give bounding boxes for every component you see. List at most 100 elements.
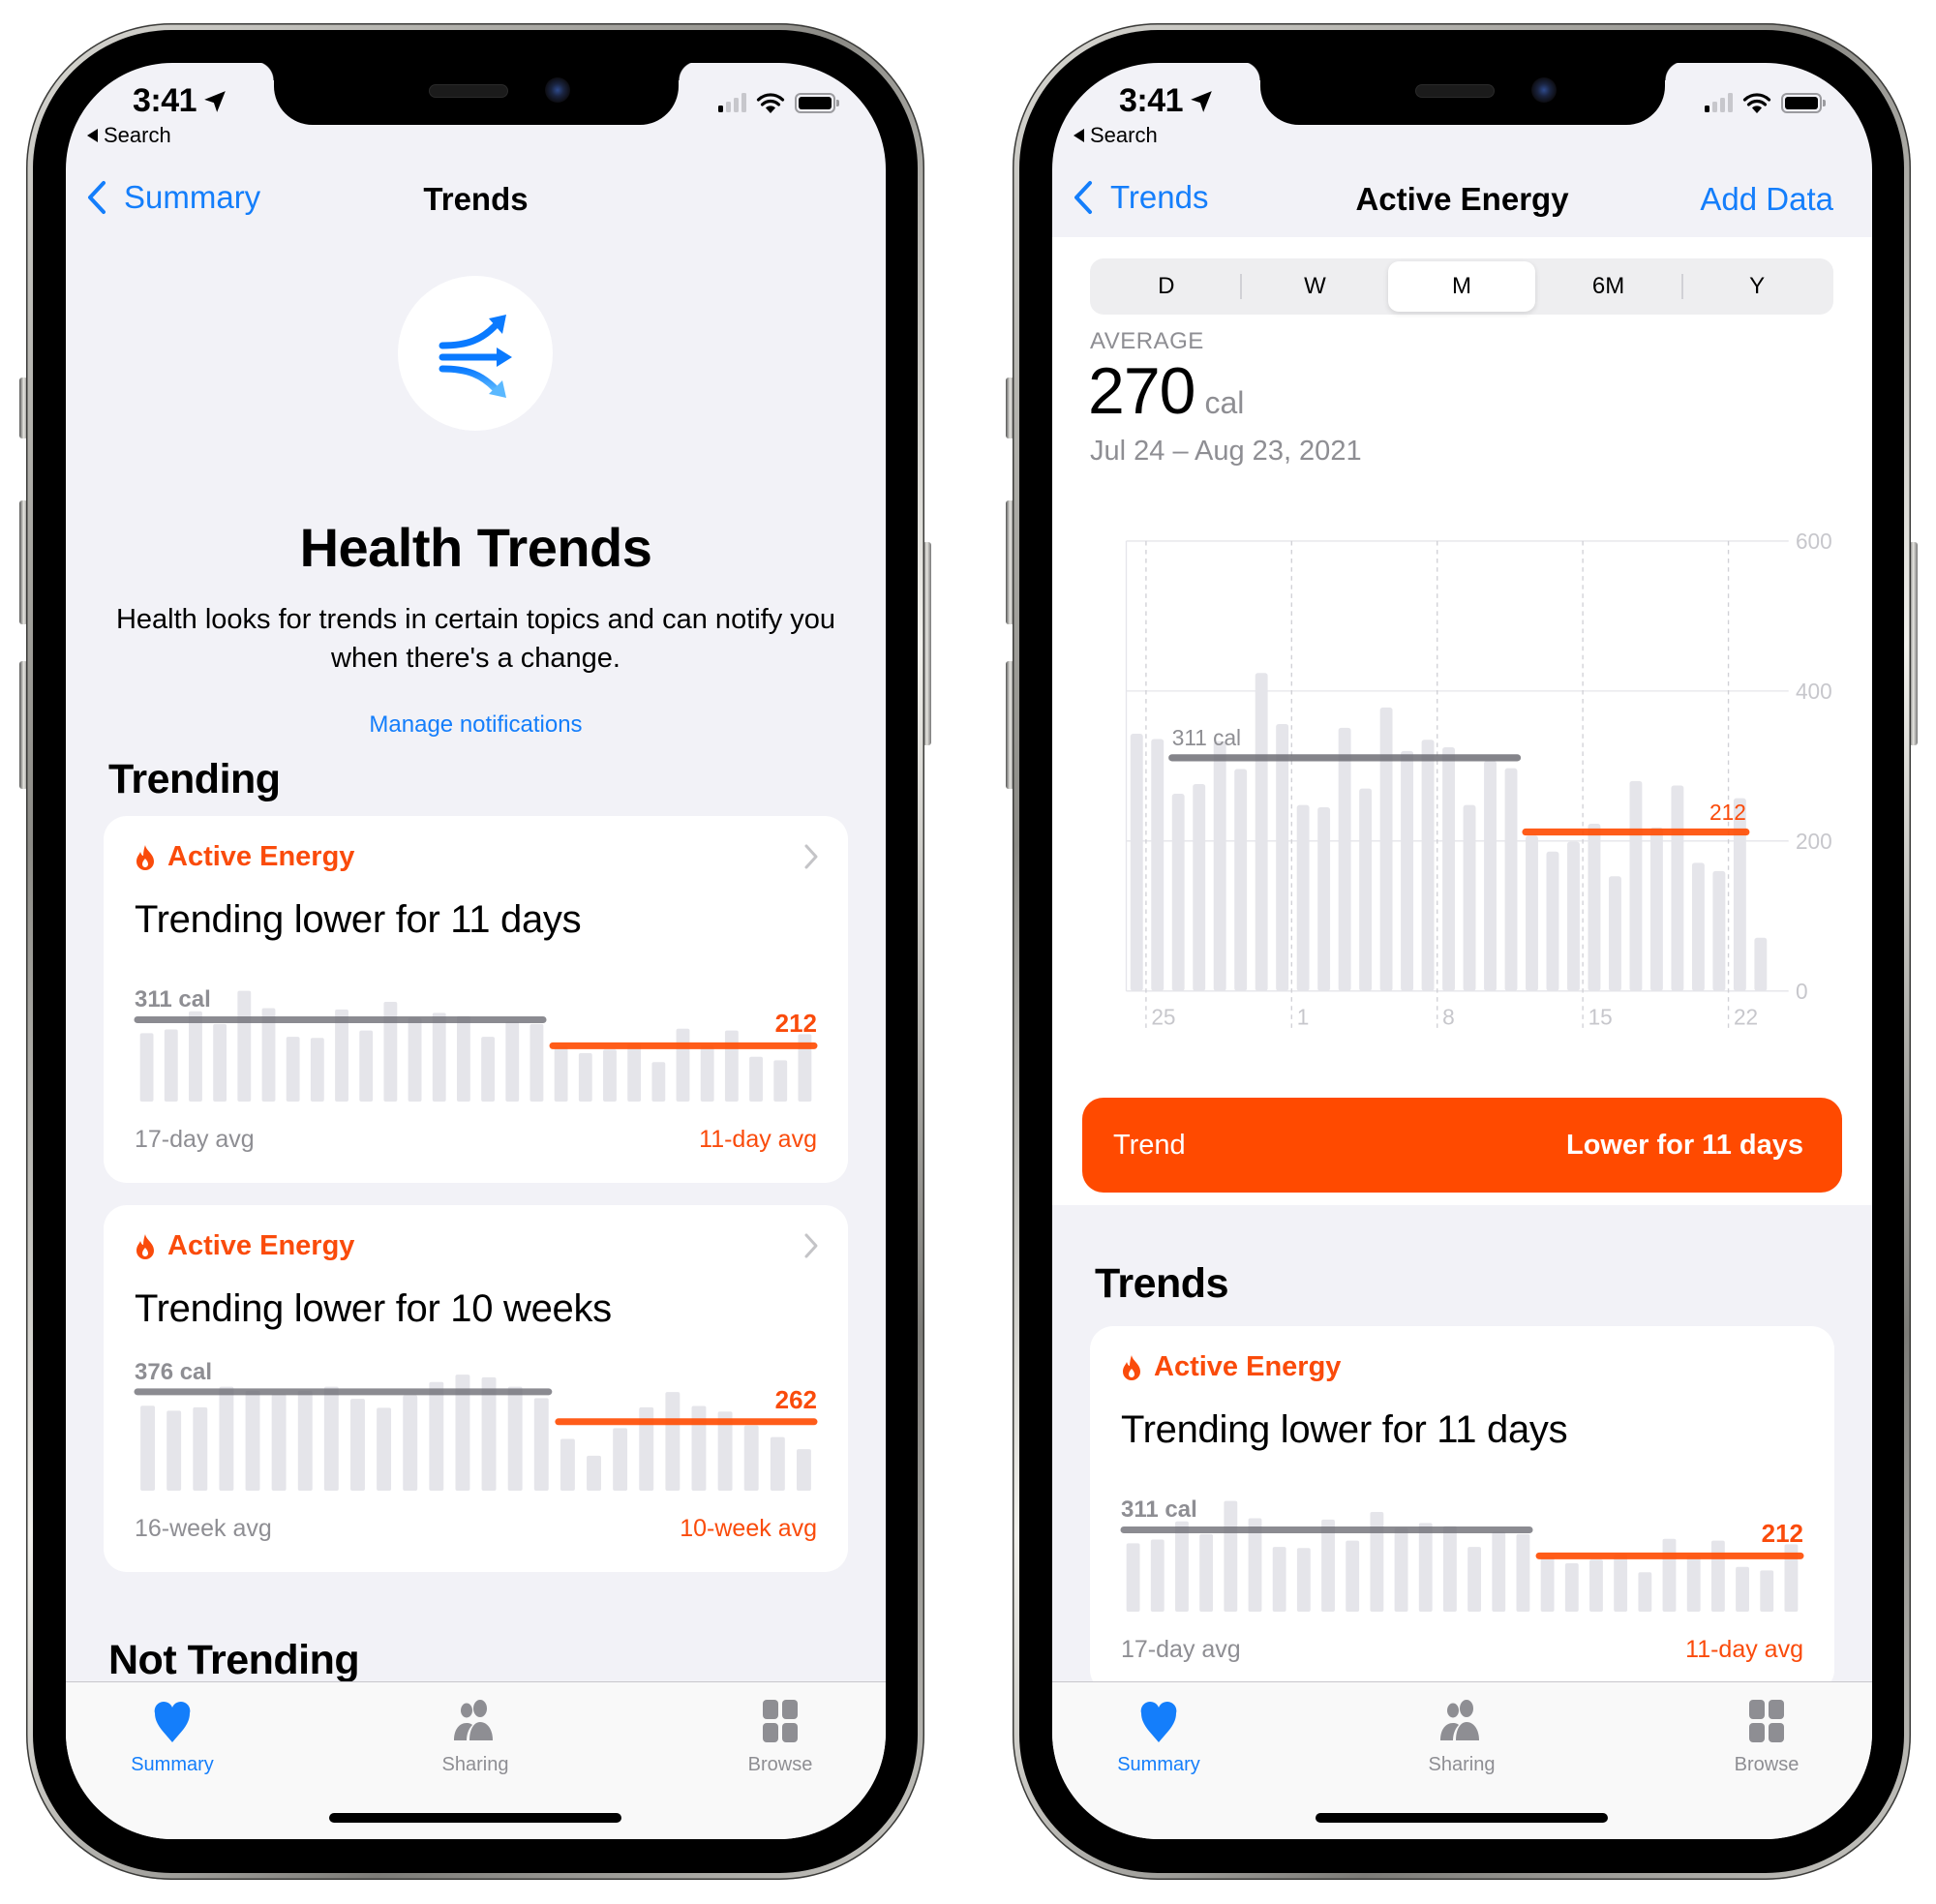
- chart-bar[interactable]: [1276, 723, 1289, 991]
- screen-active-energy: 3:41 Search Trends Active Energy Add Dat…: [1052, 63, 1872, 1839]
- chart-bar[interactable]: [1234, 769, 1248, 991]
- chart-bar[interactable]: [1379, 707, 1393, 991]
- card-new-avg-caption: 10-week avg: [680, 1515, 817, 1542]
- segment-6-months[interactable]: 6M: [1535, 261, 1682, 312]
- segment-year[interactable]: Y: [1683, 261, 1830, 312]
- home-indicator[interactable]: [1316, 1813, 1608, 1823]
- mini-chart-bar: [1442, 1526, 1457, 1612]
- active-energy-chart[interactable]: 0 200 400 600 25 1 8 15 22 311 cal 212: [1090, 484, 1864, 1045]
- chart-bar[interactable]: [1588, 824, 1601, 991]
- chart-bar[interactable]: [1359, 788, 1373, 991]
- x-tick-label: 1: [1297, 1004, 1310, 1029]
- chart-bar[interactable]: [1442, 746, 1455, 991]
- chart-bar[interactable]: [1712, 870, 1726, 991]
- chart-bar[interactable]: [1754, 937, 1768, 991]
- chart-bar[interactable]: [1463, 804, 1476, 991]
- chart-bar[interactable]: [1484, 760, 1497, 991]
- chart-bar[interactable]: [1317, 806, 1331, 991]
- trend-card[interactable]: Active Energy Trending lower for 11 days…: [104, 816, 848, 1183]
- chart-bar[interactable]: [1526, 835, 1538, 991]
- mini-chart-bar: [1564, 1563, 1579, 1612]
- mini-chart-bar: [335, 1009, 348, 1102]
- mini-chart-bar: [1686, 1555, 1701, 1612]
- chart-bar[interactable]: [1401, 750, 1414, 991]
- manage-notifications-link[interactable]: Manage notifications: [66, 711, 886, 739]
- mini-chart-bar: [651, 1062, 666, 1102]
- chevron-right-icon: [804, 1233, 818, 1258]
- chart-bar[interactable]: [1255, 673, 1268, 991]
- back-label: Summary: [124, 179, 261, 215]
- trending-heading: Trending: [108, 756, 281, 802]
- chart-bar[interactable]: [1151, 739, 1165, 991]
- segment-week[interactable]: W: [1242, 261, 1389, 312]
- x-tick-label: 22: [1734, 1004, 1758, 1029]
- home-indicator[interactable]: [329, 1813, 621, 1823]
- tab-summary[interactable]: Summary: [76, 1698, 269, 1776]
- hero-title: Health Trends: [299, 517, 652, 578]
- chart-bar[interactable]: [1649, 827, 1663, 991]
- mini-chart-bar: [1418, 1523, 1433, 1612]
- chart-bar[interactable]: [1608, 876, 1621, 991]
- status-time-text: 3:41: [133, 82, 197, 119]
- right-phone: 3:41 Search Trends Active Energy Add Dat…: [1006, 23, 1918, 1880]
- segment-day[interactable]: D: [1093, 261, 1240, 312]
- chart-bar[interactable]: [1629, 780, 1643, 991]
- chart-bar[interactable]: [1421, 740, 1435, 991]
- battery-icon: [795, 92, 839, 113]
- old-average-label: 376 cal: [135, 1358, 213, 1385]
- card-disclosure: [803, 1232, 819, 1264]
- trend-button[interactable]: Trend Lower for 11 days: [1082, 1098, 1842, 1193]
- chart-bar[interactable]: [1338, 727, 1351, 991]
- mini-chart-bar: [323, 1386, 339, 1491]
- chart-bar[interactable]: [1130, 734, 1143, 991]
- tab-summary[interactable]: Summary: [1062, 1698, 1255, 1776]
- front-camera: [1531, 77, 1557, 103]
- mini-chart-bar: [140, 1405, 156, 1491]
- tab-label: Browse: [747, 1754, 813, 1775]
- grid-icon: [1749, 1700, 1784, 1742]
- mini-chart-bar: [456, 1015, 470, 1102]
- wifi-icon: [756, 93, 785, 113]
- tab-label: Browse: [1734, 1754, 1800, 1775]
- trend-card[interactable]: Active Energy Trending lower for 11 days…: [1090, 1326, 1834, 1693]
- tab-browse[interactable]: Browse: [1670, 1698, 1863, 1776]
- left-phone: 3:41 Search Summary Trends Health Trends…: [19, 23, 931, 1880]
- chart-bar[interactable]: [1296, 804, 1310, 991]
- navigation-bar: Summary Trends: [66, 169, 886, 231]
- add-data-button[interactable]: Add Data: [1700, 181, 1833, 218]
- old-average-label: 311 cal: [1121, 1496, 1197, 1524]
- status-back-to-app[interactable]: Search: [1074, 123, 1158, 148]
- trend-card[interactable]: Active Energy Trending lower for 10 week…: [104, 1205, 848, 1572]
- card-category: Active Energy: [135, 1230, 354, 1262]
- back-button-summary[interactable]: Summary: [87, 179, 260, 216]
- chart-bar[interactable]: [1691, 862, 1705, 991]
- tab-sharing[interactable]: Sharing: [1365, 1698, 1558, 1776]
- chart-bar[interactable]: [1671, 785, 1684, 991]
- notch: [255, 63, 698, 125]
- chart-bar[interactable]: [1733, 798, 1746, 991]
- status-indicators: [718, 92, 839, 113]
- mini-chart-bar: [166, 1410, 182, 1491]
- y-tick-label: 0: [1796, 979, 1808, 1004]
- status-back-to-app[interactable]: Search: [87, 123, 171, 148]
- chart-bar[interactable]: [1504, 768, 1518, 991]
- chart-bar[interactable]: [1193, 783, 1206, 991]
- chart-bar[interactable]: [1171, 794, 1185, 991]
- mini-chart-bar: [1516, 1533, 1530, 1612]
- chart-bar[interactable]: [1546, 851, 1559, 991]
- back-button-trends[interactable]: Trends: [1074, 179, 1208, 216]
- status-back-label: Search: [104, 123, 171, 147]
- chart-bar[interactable]: [1567, 841, 1580, 991]
- mini-chart-bar: [1614, 1554, 1628, 1612]
- chevron-right-icon: [804, 844, 818, 869]
- segment-month[interactable]: M: [1388, 261, 1535, 312]
- tab-sharing[interactable]: Sharing: [378, 1698, 572, 1776]
- card-category-label: Active Energy: [167, 1230, 355, 1261]
- mini-chart-bar: [1662, 1538, 1677, 1612]
- grid-icon: [763, 1700, 798, 1742]
- mini-trend-chart: 376 cal 262: [134, 1359, 818, 1491]
- tab-browse[interactable]: Browse: [683, 1698, 877, 1776]
- card-title: Trending lower for 10 weeks: [135, 1287, 612, 1330]
- chart-bar[interactable]: [1213, 740, 1226, 991]
- card-old-avg-caption: 17-day avg: [1121, 1636, 1241, 1663]
